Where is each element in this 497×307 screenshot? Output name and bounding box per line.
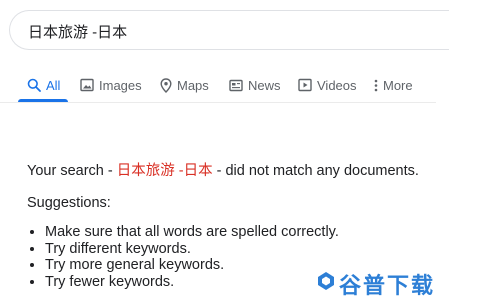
tab-images[interactable]: Images [80, 69, 142, 101]
image-icon [80, 78, 94, 92]
watermark: 谷普下载 [317, 268, 435, 300]
tab-maps[interactable]: Maps [160, 69, 209, 101]
tab-label: More [383, 77, 413, 93]
suggestions-heading: Suggestions: [27, 195, 111, 211]
tab-label: Videos [317, 77, 357, 93]
tab-more[interactable]: More [374, 69, 413, 101]
tab-label: News [248, 77, 281, 93]
tab-all[interactable]: All [27, 69, 60, 101]
list-item: Try different keywords. [45, 241, 339, 258]
suggestions-list: Make sure that all words are spelled cor… [27, 224, 339, 290]
tab-label: Images [99, 77, 142, 93]
list-item: Try more general keywords. [45, 257, 339, 274]
message-suffix: - did not match any documents. [212, 163, 419, 179]
tab-videos[interactable]: Videos [298, 69, 357, 101]
news-icon [229, 79, 243, 92]
search-box[interactable]: 日本旅游 -日本 [9, 10, 449, 50]
more-vert-icon [374, 79, 378, 92]
watermark-text: 谷普下载 [339, 274, 436, 299]
no-match-text: Your search - 日本旅游 -日本 - did not match a… [27, 162, 487, 180]
list-item: Try fewer keywords. [45, 274, 339, 291]
search-icon [27, 78, 41, 92]
search-input[interactable]: 日本旅游 -日本 [28, 21, 127, 42]
video-icon [298, 78, 312, 92]
tab-news[interactable]: News [229, 69, 281, 101]
message-prefix: Your search - [27, 163, 117, 179]
map-pin-icon [160, 77, 172, 93]
list-item: Make sure that all words are spelled cor… [45, 224, 339, 241]
no-results-message: Your search - 日本旅游 -日本 - did not match a… [27, 162, 487, 290]
tab-label: All [46, 77, 61, 93]
tabs-divider [0, 102, 436, 103]
watermark-logo-icon [317, 271, 335, 297]
tab-label: Maps [177, 77, 209, 93]
search-term-highlight: 日本旅游 -日本 [116, 163, 213, 179]
